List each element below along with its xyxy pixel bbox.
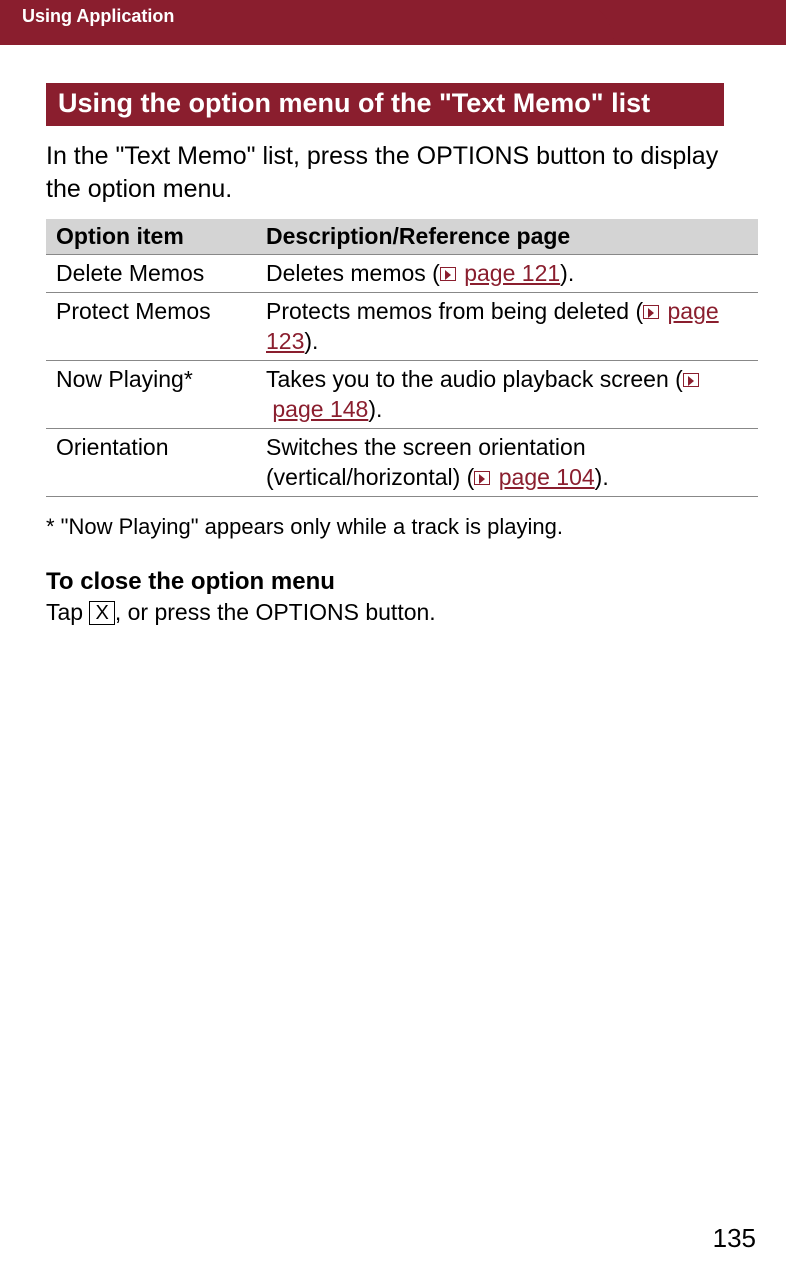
- option-item: Now Playing*: [46, 361, 256, 429]
- option-item: Delete Memos: [46, 255, 256, 293]
- options-table: Option item Description/Reference page D…: [46, 219, 758, 497]
- table-row: Orientation Switches the screen orientat…: [46, 429, 758, 497]
- footnote: * "Now Playing" appears only while a tra…: [46, 513, 758, 542]
- close-menu-heading: To close the option menu: [46, 568, 758, 596]
- page-ref-icon: [440, 267, 456, 281]
- page-ref-icon: [643, 305, 659, 319]
- table-header-option: Option item: [46, 219, 256, 255]
- page-link[interactable]: page 121: [464, 260, 560, 286]
- option-item: Orientation: [46, 429, 256, 497]
- section-intro: In the "Text Memo" list, press the OPTIO…: [46, 140, 758, 205]
- header-decoration: [194, 0, 786, 45]
- option-description: Deletes memos ( page 121).: [256, 255, 758, 293]
- page-header: Using Application: [0, 0, 786, 45]
- table-row: Delete Memos Deletes memos ( page 121).: [46, 255, 758, 293]
- close-menu-text: Tap X, or press the OPTIONS button.: [46, 598, 758, 628]
- page-ref-icon: [474, 471, 490, 485]
- table-row: Now Playing* Takes you to the audio play…: [46, 361, 758, 429]
- page-number: 135: [713, 1223, 756, 1254]
- page-content: Using the option menu of the "Text Memo"…: [0, 45, 786, 628]
- breadcrumb: Using Application: [0, 0, 194, 33]
- table-row: Protect Memos Protects memos from being …: [46, 293, 758, 361]
- table-header-description: Description/Reference page: [256, 219, 758, 255]
- option-description: Takes you to the audio playback screen (…: [256, 361, 758, 429]
- page-ref-icon: [683, 373, 699, 387]
- page-link[interactable]: page 104: [499, 464, 595, 490]
- page-link[interactable]: page 148: [272, 396, 368, 422]
- close-x-icon: X: [89, 601, 114, 625]
- option-description: Switches the screen orientation (vertica…: [256, 429, 758, 497]
- option-description: Protects memos from being deleted ( page…: [256, 293, 758, 361]
- option-item: Protect Memos: [46, 293, 256, 361]
- section-title: Using the option menu of the "Text Memo"…: [46, 83, 724, 126]
